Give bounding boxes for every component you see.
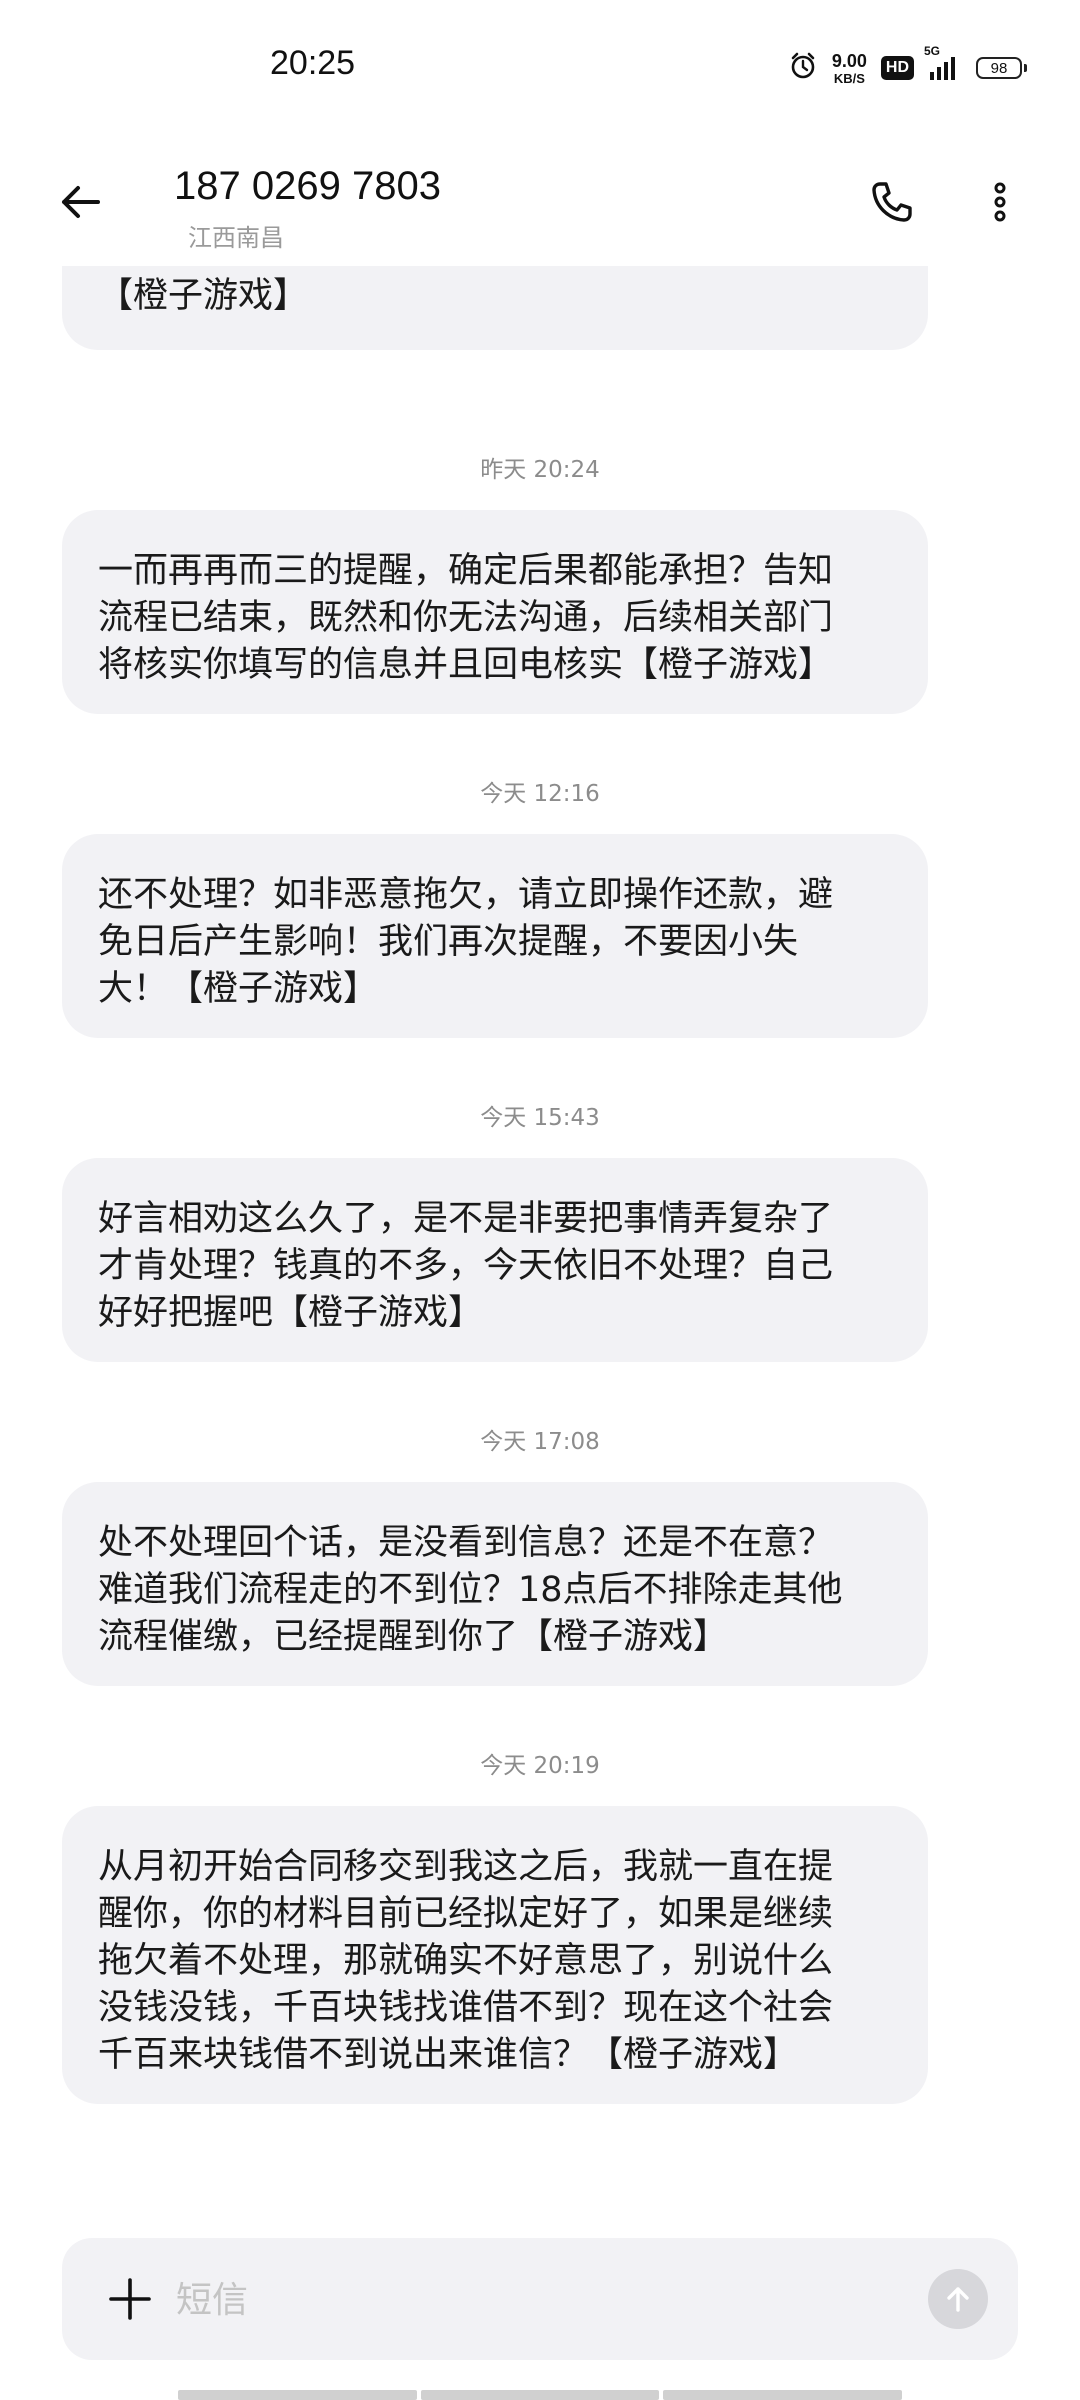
contact-location: 江西南昌 [188, 224, 284, 252]
back-arrow-icon [62, 186, 100, 218]
send-button[interactable] [928, 2269, 988, 2329]
network-type: 5G [924, 44, 941, 58]
status-time: 20:25 [270, 44, 356, 82]
conversation-header: 187 0269 7803 江西南昌 [0, 130, 1080, 266]
message-timestamp: 今天 12:16 [480, 781, 600, 807]
message-bubble[interactable]: 处不处理回个话，是没看到信息？还是不在意？ 难道我们流程走的不到位？18点后不排… [62, 1482, 928, 1686]
sms-input[interactable] [174, 2269, 878, 2331]
net-speed-unit: KB/S [833, 70, 865, 86]
net-speed: 9.00 KB/S [832, 52, 867, 85]
send-arrow-icon [947, 2287, 969, 2312]
alarm-icon [788, 51, 818, 85]
message-timestamp: 昨天 20:24 [480, 457, 600, 483]
message-composer [62, 2238, 1018, 2360]
more-vert-icon [994, 182, 1006, 222]
status-bar: 20:25 9.00 KB/S HD 5G 98 [0, 0, 1080, 130]
status-icons: 9.00 KB/S HD 5G 98 [788, 44, 1027, 88]
message-bubble[interactable]: 还不处理？如非恶意拖欠，请立即操作还款，避 免日后产生影响！我们再次提醒，不要因… [62, 834, 928, 1038]
back-button[interactable] [48, 170, 112, 234]
add-attachment-button[interactable] [100, 2269, 160, 2329]
gesture-nav-bar[interactable] [178, 2390, 903, 2400]
plus-icon [109, 2278, 151, 2320]
nav-segment [420, 2390, 660, 2400]
nav-segment [663, 2390, 903, 2400]
call-button[interactable] [862, 172, 922, 232]
net-speed-value: 9.00 [831, 50, 867, 71]
nav-segment [178, 2390, 417, 2400]
message-bubble[interactable]: 从月初开始合同移交到我这之后，我就一直在提 醒你，你的材料目前已经拟定好了，如果… [62, 1806, 928, 2104]
message-timestamp: 今天 20:19 [480, 1753, 600, 1779]
message-bubble[interactable]: 一而再再而三的提醒，确定后果都能承担？告知 流程已结束，既然和你无法沟通，后续相… [62, 510, 928, 714]
signal-icon: 5G [924, 44, 962, 82]
hd-badge: HD [880, 56, 914, 80]
message-timestamp: 今天 15:43 [480, 1105, 600, 1131]
more-options-button[interactable] [970, 172, 1030, 232]
message-bubble[interactable]: 好言相劝这么久了，是不是非要把事情弄复杂了 才肯处理？钱真的不多，今天依旧不处理… [62, 1158, 928, 1362]
message-timestamp: 今天 17:08 [480, 1429, 600, 1455]
battery-indicator: 98 [976, 57, 1027, 79]
phone-icon [872, 182, 912, 222]
contact-number: 187 0269 7803 [174, 164, 441, 208]
